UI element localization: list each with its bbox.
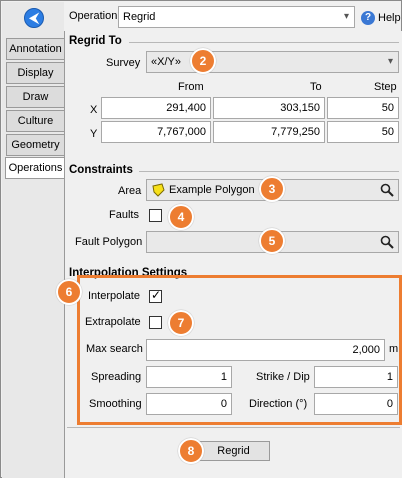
max-search-unit: m — [389, 343, 399, 355]
max-search-input[interactable]: 2,000 — [146, 339, 385, 361]
tab-display[interactable]: Display — [6, 62, 64, 84]
chevron-down-icon: ▾ — [343, 11, 349, 22]
operation-value: Regrid — [123, 11, 156, 23]
help-label: Help — [378, 12, 401, 24]
fault-polygon-label: Fault Polygon — [75, 236, 143, 248]
faults-label: Faults — [109, 209, 139, 221]
callout-badge: 3 — [259, 176, 285, 202]
direction-label: Direction (°) — [249, 398, 308, 410]
regrid-button[interactable]: Regrid — [197, 441, 270, 461]
tab-operations[interactable]: Operations — [5, 157, 65, 179]
back-arrow-icon[interactable]: ⮜ — [24, 8, 44, 28]
tab-column: ⮜ Annotation Display Draw Culture Geomet… — [2, 2, 65, 478]
y-step-input[interactable]: 50 — [327, 121, 399, 143]
extrapolate-label: Extrapolate — [85, 316, 141, 328]
area-label: Area — [118, 185, 142, 197]
strike-dip-input[interactable]: 1 — [314, 366, 398, 388]
area-value: Example Polygon — [169, 184, 255, 196]
y-to-input[interactable]: 7,779,250 — [213, 121, 325, 143]
direction-input[interactable]: 0 — [314, 393, 398, 415]
interpolate-label: Interpolate — [88, 290, 140, 302]
check-icon: ✓ — [151, 288, 162, 302]
survey-select[interactable]: «X/Y» ▾ — [146, 51, 399, 73]
faults-checkbox[interactable] — [149, 209, 162, 222]
divider — [139, 171, 399, 172]
y-from-input[interactable]: 7,767,000 — [101, 121, 211, 143]
callout-badge: 4 — [168, 204, 194, 230]
smoothing-label: Smoothing — [89, 398, 142, 410]
x-from-input[interactable]: 291,400 — [101, 97, 211, 119]
search-icon[interactable] — [380, 183, 394, 197]
callout-badge: 2 — [190, 48, 216, 74]
app-window: ⮜ Annotation Display Draw Culture Geomet… — [0, 0, 402, 478]
help-button[interactable]: ? Help — [361, 9, 401, 27]
from-header: From — [178, 81, 204, 93]
survey-label: Survey — [106, 57, 141, 69]
smoothing-input[interactable]: 0 — [146, 393, 232, 415]
x-label: X — [90, 104, 98, 116]
chevron-down-icon: ▾ — [387, 56, 393, 67]
operation-select[interactable]: Regrid ▾ — [118, 6, 355, 28]
x-to-input[interactable]: 303,150 — [213, 97, 325, 119]
to-header: To — [310, 81, 322, 93]
tab-geometry[interactable]: Geometry — [6, 134, 64, 156]
constraints-heading: Constraints — [69, 164, 133, 176]
search-icon[interactable] — [380, 235, 394, 249]
tab-draw[interactable]: Draw — [6, 86, 64, 108]
spreading-label: Spreading — [91, 371, 142, 383]
regrid-to-heading: Regrid To — [69, 35, 122, 47]
callout-badge: 8 — [178, 438, 204, 464]
max-search-label: Max search — [86, 343, 143, 355]
tab-annotation[interactable]: Annotation — [6, 38, 64, 60]
callout-badge: 6 — [56, 279, 82, 305]
divider — [67, 427, 400, 428]
operation-label: Operation — [69, 10, 118, 22]
y-label: Y — [90, 128, 98, 140]
x-step-input[interactable]: 50 — [327, 97, 399, 119]
tab-culture[interactable]: Culture — [6, 110, 64, 132]
callout-badge: 5 — [259, 228, 285, 254]
interpolate-checkbox[interactable]: ✓ — [149, 288, 162, 303]
step-header: Step — [374, 81, 397, 93]
help-icon: ? — [361, 11, 375, 25]
survey-value: «X/Y» — [151, 56, 181, 68]
extrapolate-checkbox[interactable] — [149, 316, 162, 329]
spreading-input[interactable]: 1 — [146, 366, 232, 388]
polygon-icon — [152, 183, 165, 197]
strike-dip-label: Strike / Dip — [256, 371, 310, 383]
callout-badge: 7 — [168, 310, 194, 336]
divider — [129, 42, 399, 43]
